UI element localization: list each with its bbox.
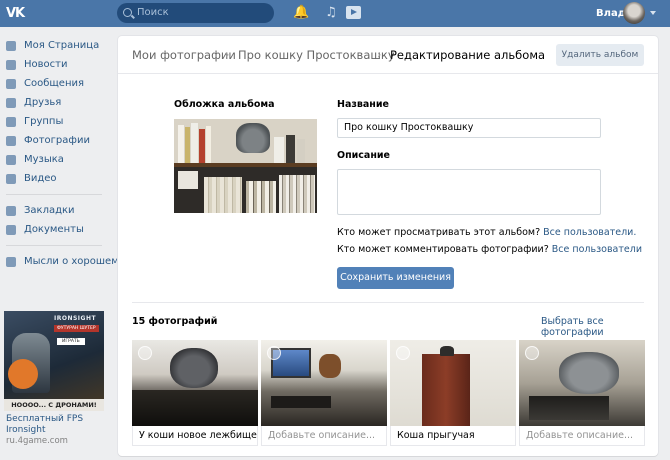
album-cover-image[interactable] xyxy=(174,119,317,213)
page-title: Редактирование альбома xyxy=(390,48,546,62)
sidebar-item-label: Моя Страница xyxy=(24,40,100,51)
sidebar-item-label: Группы xyxy=(24,116,64,127)
comment-privacy-link[interactable]: Все пользователи xyxy=(552,244,642,255)
sidebar-item-groups[interactable]: Группы xyxy=(0,112,110,131)
comment-privacy-row: Кто может комментировать фотографии? Все… xyxy=(337,244,642,255)
sidebar-item-label: Сообщения xyxy=(24,78,85,89)
news-icon xyxy=(6,60,16,70)
star-icon xyxy=(6,206,16,216)
play-icon[interactable] xyxy=(346,6,361,19)
ad-play-button[interactable]: ИГРАТЬ xyxy=(57,338,85,345)
music-icon[interactable]: ♫ xyxy=(324,5,338,21)
photo-card[interactable]: Добавьте описание... xyxy=(261,340,387,460)
view-privacy-question: Кто может просматривать этот альбом? xyxy=(337,227,541,238)
home-icon xyxy=(6,41,16,51)
sidebar-item-my-page[interactable]: Моя Страница xyxy=(0,36,110,55)
vk-logo[interactable]: VK xyxy=(6,4,28,23)
divider xyxy=(6,245,102,246)
music-icon xyxy=(6,155,16,165)
photo-card[interactable]: У коши новое лежбище xyxy=(132,340,258,460)
save-button[interactable]: Сохранить изменения xyxy=(337,267,454,289)
photo-card[interactable]: Добавьте описание... xyxy=(519,340,645,460)
divider xyxy=(132,302,644,303)
sidebar-item-music[interactable]: Музыка xyxy=(0,150,110,169)
friends-icon xyxy=(6,98,16,108)
sidebar-item-bookmarks[interactable]: Закладки xyxy=(0,201,110,220)
photo-caption-placeholder[interactable]: Добавьте описание... xyxy=(519,426,645,446)
sidebar-item-video[interactable]: Видео xyxy=(0,169,110,188)
album-name-field[interactable]: Про кошку Простоквашку xyxy=(337,118,601,138)
ad-tagline: HOOOO... С ДРОНАМИ! xyxy=(4,399,104,411)
sidebar-item-friends[interactable]: Друзья xyxy=(0,93,110,112)
user-name[interactable]: Влад xyxy=(596,0,626,27)
select-checkbox[interactable] xyxy=(267,346,281,360)
chevron-right-icon: › xyxy=(377,48,382,61)
chevron-down-icon[interactable] xyxy=(650,11,656,15)
breadcrumb-my-photos[interactable]: Мои фотографии xyxy=(132,48,236,62)
delete-album-button[interactable]: Удалить альбом xyxy=(556,44,644,66)
album-description-field[interactable] xyxy=(337,169,601,215)
ad-brand: IRONSIGHT xyxy=(54,315,97,322)
description-label: Описание xyxy=(337,150,391,161)
breadcrumb: Мои фотографии › Про кошку Простоквашку … xyxy=(118,36,658,74)
comment-privacy-question: Кто может комментировать фотографии? xyxy=(337,244,549,255)
sidebar-item-group[interactable]: Мысли о хорошем... xyxy=(0,252,128,271)
sidebar: Моя Страница Новости Сообщения Друзья Гр… xyxy=(0,36,128,271)
group-icon xyxy=(6,257,16,267)
ad-banner[interactable]: IRONSIGHT ФУТУРАН ШУТЕР ИГРАТЬ HOOOO... … xyxy=(4,311,104,411)
sidebar-item-label: Видео xyxy=(24,173,57,184)
search-icon xyxy=(123,8,132,17)
messages-icon xyxy=(6,79,16,89)
photos-count: 15 фотографий xyxy=(132,316,218,327)
album-edit-panel: Мои фотографии › Про кошку Простоквашку … xyxy=(118,36,658,456)
cat-photo xyxy=(236,123,270,153)
select-checkbox[interactable] xyxy=(525,346,539,360)
sidebar-item-label: Новости xyxy=(24,59,68,70)
view-privacy-link[interactable]: Все пользователи. xyxy=(543,227,636,238)
photo-caption[interactable]: У коши новое лежбище xyxy=(132,426,258,446)
cover-label: Обложка альбома xyxy=(174,99,275,110)
ad-logo xyxy=(8,359,38,389)
sidebar-item-label: Закладки xyxy=(24,205,75,216)
select-checkbox[interactable] xyxy=(396,346,410,360)
ad-source[interactable]: ru.4game.com xyxy=(6,436,68,446)
select-all-photos-link[interactable]: Выбрать все фотографии xyxy=(541,316,658,338)
sidebar-item-label: Документы xyxy=(24,224,84,235)
photos-icon xyxy=(6,136,16,146)
notifications-icon[interactable]: 🔔 xyxy=(293,5,309,21)
sidebar-item-label: Фотографии xyxy=(24,135,90,146)
divider xyxy=(6,194,102,195)
groups-icon xyxy=(6,117,16,127)
sidebar-item-documents[interactable]: Документы xyxy=(0,220,110,239)
top-bar: VK Поиск 🔔 ♫ Влад xyxy=(0,0,670,27)
sidebar-item-label: Друзья xyxy=(24,97,62,108)
sidebar-item-messages[interactable]: Сообщения xyxy=(0,74,110,93)
document-icon xyxy=(6,225,16,235)
breadcrumb-album[interactable]: Про кошку Простоквашку xyxy=(238,48,395,62)
select-checkbox[interactable] xyxy=(138,346,152,360)
sidebar-item-label: Музыка xyxy=(24,154,64,165)
ad-subtitle: ФУТУРАН ШУТЕР xyxy=(54,325,99,332)
ad-title[interactable]: Бесплатный FPS Ironsight xyxy=(6,414,106,436)
sidebar-item-news[interactable]: Новости xyxy=(0,55,110,74)
search-placeholder: Поиск xyxy=(137,7,169,18)
sidebar-item-photos[interactable]: Фотографии xyxy=(0,131,110,150)
view-privacy-row: Кто может просматривать этот альбом? Все… xyxy=(337,227,636,238)
photo-caption-placeholder[interactable]: Добавьте описание... xyxy=(261,426,387,446)
chevron-right-icon: › xyxy=(225,48,230,61)
photo-card[interactable]: Коша прыгучая xyxy=(390,340,516,460)
name-label: Название xyxy=(337,99,389,110)
video-icon xyxy=(6,174,16,184)
search-input[interactable]: Поиск xyxy=(117,3,274,23)
photo-caption[interactable]: Коша прыгучая xyxy=(390,426,516,446)
avatar[interactable] xyxy=(623,2,645,24)
sidebar-item-label: Мысли о хорошем... xyxy=(24,256,129,267)
